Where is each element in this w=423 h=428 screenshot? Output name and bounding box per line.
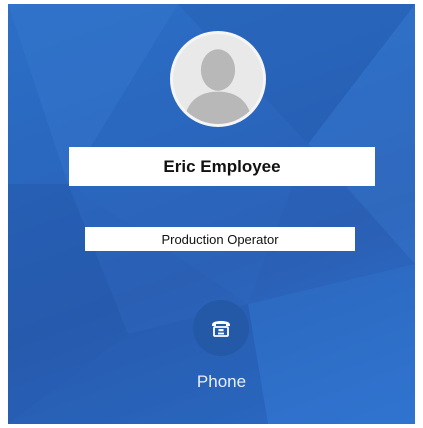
employee-card: Eric Employee Production Operator Phone (8, 4, 415, 424)
phone-button[interactable]: Phone (185, 300, 258, 395)
employee-name: Eric Employee (69, 147, 375, 186)
telephone-icon (212, 321, 230, 337)
avatar (170, 31, 266, 127)
phone-icon-circle[interactable] (185, 300, 257, 356)
phone-label[interactable]: Phone (185, 372, 258, 392)
employee-title: Production Operator (85, 227, 355, 251)
person-silhouette-icon (173, 34, 263, 124)
